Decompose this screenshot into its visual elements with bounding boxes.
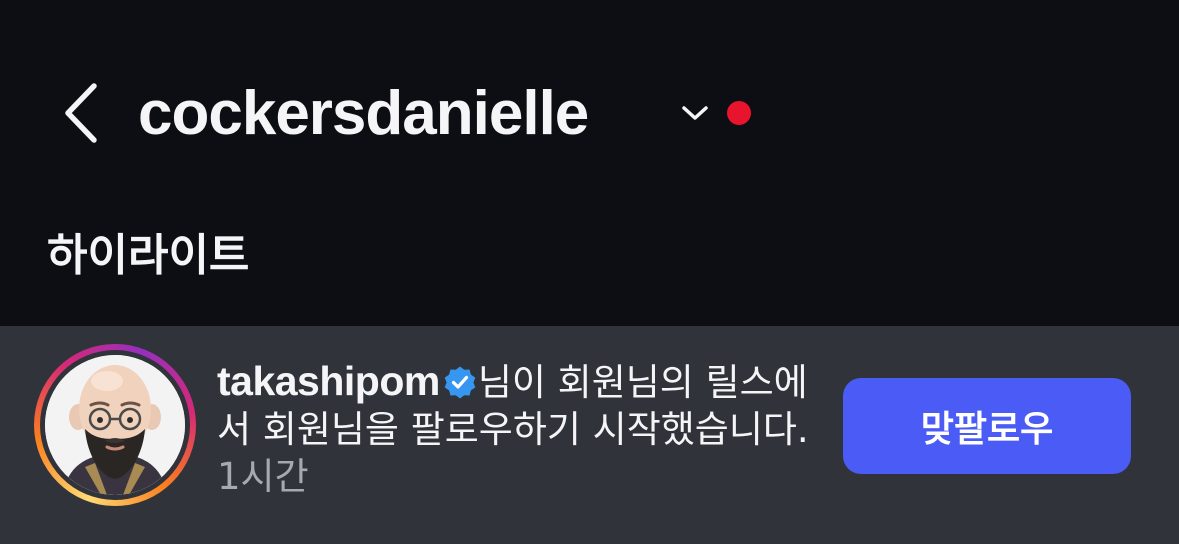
avatar	[45, 355, 185, 495]
notification-time: 1시간	[217, 455, 309, 498]
verified-badge-icon	[444, 366, 476, 399]
notification-message: takashipom 님이 회원님의 릴스에서 회원님을 팔로우하기 시작했습니다…	[217, 358, 817, 500]
account-username[interactable]: cockersdanielle	[138, 78, 589, 150]
follow-back-button[interactable]: 맞팔로우	[843, 378, 1131, 474]
chevron-down-icon[interactable]	[680, 102, 710, 124]
notification-username[interactable]: takashipom	[217, 358, 440, 404]
notification-dot	[727, 101, 751, 125]
back-icon[interactable]	[58, 80, 106, 146]
story-ring-avatar[interactable]	[34, 344, 196, 506]
memoji-avatar-icon	[45, 355, 185, 495]
highlights-title: 하이라이트	[47, 230, 250, 281]
